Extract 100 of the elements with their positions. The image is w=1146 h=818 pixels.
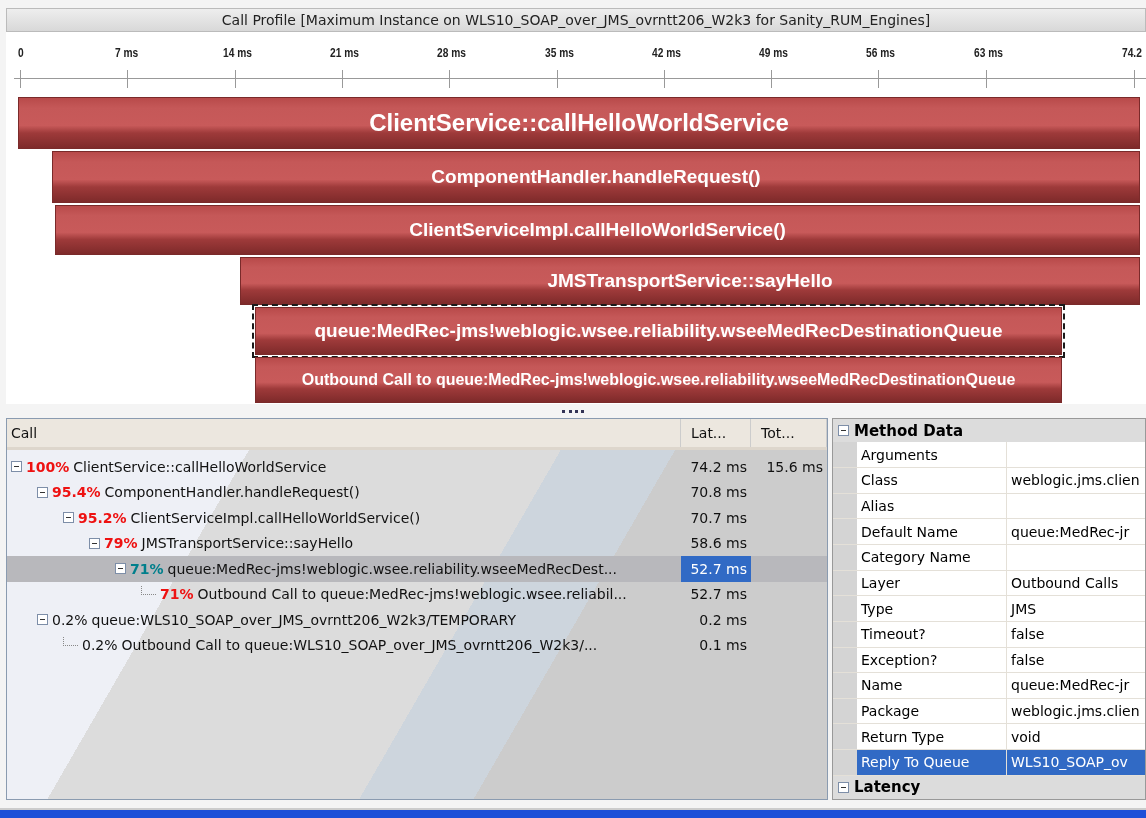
latency-value: 74.2 ms — [690, 458, 747, 475]
property-name[interactable]: Timeout? — [857, 621, 1007, 647]
percent-label: 100% — [26, 458, 70, 475]
latency-value: 70.7 ms — [690, 509, 747, 526]
property-name[interactable]: Layer — [857, 570, 1007, 596]
tick-label: 42 ms — [651, 45, 681, 60]
property-value: JMS — [1011, 600, 1037, 617]
call-name: Outbound Call to queue:MedRec-jms!weblogic.wsee.reliabil... — [197, 586, 627, 603]
row-header — [833, 621, 857, 647]
tree-row[interactable]: 95.2% ClientServiceImpl.callHelloWorldService() 70.7 ms — [7, 505, 827, 531]
window-title: Call Profile [Maximum Instance on WLS10_SOAP_over_JMS_ovrntt206_W2k3 for Sanity_RUM_Engines] — [221, 11, 931, 28]
property-name[interactable]: Arguments — [857, 442, 1007, 467]
row-header — [833, 647, 857, 673]
tick-label: 35 ms — [544, 45, 574, 60]
tree-row[interactable]: 71% Outbound Call to queue:MedRec-jms!weblogic.wsee.reliabil... 52.7 ms — [7, 581, 827, 608]
property-value: false — [1011, 651, 1045, 668]
row-header — [833, 519, 857, 544]
tree-line — [141, 585, 156, 595]
tree-line — [63, 636, 78, 646]
call-bar[interactable]: Outbound Call to queue:MedRec-jms!weblogic.wsee.reliability.wseeMedRecDestinationQueue — [255, 356, 1062, 403]
latency-value: 52.7 ms — [690, 586, 747, 603]
property-name[interactable]: Exception? — [857, 647, 1007, 673]
row-header — [833, 698, 857, 724]
property-name[interactable]: Alias — [857, 493, 1007, 519]
total-value: 15.6 ms — [766, 458, 823, 475]
property-name[interactable]: Name — [857, 673, 1007, 698]
call-name: queue:MedRec-jms!weblogic.wsee.reliability.wseeMedRecDest... — [167, 560, 617, 577]
property-name[interactable]: Class — [857, 467, 1007, 493]
property-value: weblogic.jms.clien — [1011, 703, 1140, 720]
tick-label: 28 ms — [437, 45, 467, 60]
property-value: queue:MedRec-jr — [1011, 677, 1130, 694]
tree-row[interactable]: 95.4% ComponentHandler.handleRequest() 70.8 ms — [7, 479, 827, 506]
column-header[interactable]: Call — [7, 419, 681, 448]
row-header — [833, 467, 857, 493]
property-name[interactable]: Package — [857, 698, 1007, 724]
property-value: queue:MedRec-jr — [1011, 523, 1130, 540]
call-name: ClientService::callHelloWorldService — [73, 458, 327, 475]
percent-label: 0.2% — [52, 611, 88, 628]
latency-value: 0.1 ms — [699, 637, 747, 654]
property-value: weblogic.jms.clien — [1011, 472, 1140, 489]
latency-value: 52.7 ms — [690, 560, 747, 577]
tree-row[interactable]: 71% queue:MedRec-jms!weblogic.wsee.reliability.wseeMedRecDest... 52.7 ms — [7, 556, 827, 582]
call-bar[interactable]: JMSTransportService::sayHello — [240, 256, 1140, 305]
tree-row[interactable]: 100% ClientService::callHelloWorldService 74.2 ms 15.6 ms — [7, 454, 827, 480]
tick-label: 7 ms — [115, 45, 139, 60]
call-bar[interactable]: ComponentHandler.handleRequest() — [52, 150, 1140, 203]
section-title: Latency — [854, 778, 921, 797]
collapse-icon[interactable] — [89, 537, 100, 549]
tick-label: 21 ms — [329, 45, 359, 60]
latency-value: 70.8 ms — [690, 484, 747, 501]
row-header — [833, 544, 857, 570]
call-name: JMSTransportService::sayHello — [141, 535, 354, 552]
percent-label: 0.2% — [82, 637, 118, 654]
collapse-icon[interactable] — [115, 563, 126, 575]
row-header — [833, 673, 857, 698]
property-name[interactable]: Type — [857, 596, 1007, 621]
collapse-icon[interactable] — [838, 425, 849, 437]
call-bar[interactable]: queue:MedRec-jms!weblogic.wsee.reliability.wseeMedRecDestinationQueue — [255, 306, 1062, 355]
splitter-grip-icon[interactable] — [562, 409, 584, 413]
property-value: WLS10_SOAP_ov — [1011, 754, 1128, 771]
tree-row[interactable]: 0.2% Outbound Call to queue:WLS10_SOAP_over_JMS_ovrntt206_W2k3/... 0.1 ms — [7, 632, 827, 659]
latency-value: 58.6 ms — [690, 535, 747, 552]
row-header — [833, 596, 857, 621]
tree-row[interactable]: 79% JMSTransportService::sayHello 58.6 ms — [7, 530, 827, 557]
collapse-icon[interactable] — [838, 781, 849, 793]
tree-row[interactable]: 0.2% queue:WLS10_SOAP_over_JMS_ovrntt206_W2k3/TEMPORARY 0.2 ms — [7, 607, 827, 633]
collapse-icon[interactable] — [63, 512, 74, 524]
property-value: false — [1011, 626, 1045, 643]
property-name[interactable]: Default Name — [857, 519, 1007, 544]
percent-label: 95.4% — [52, 484, 101, 501]
percent-label: 95.2% — [78, 509, 127, 526]
tick-label: 14 ms — [222, 45, 252, 60]
collapse-icon[interactable] — [37, 614, 48, 626]
property-name[interactable]: Reply To Queue — [857, 750, 1007, 775]
percent-label: 79% — [104, 535, 138, 552]
row-header — [833, 570, 857, 596]
tick-label: 74.2 — [1122, 45, 1142, 60]
call-name: Outbound Call to queue:WLS10_SOAP_over_JMS_ovrntt206_W2k3/... — [121, 637, 598, 654]
property-value: void — [1011, 728, 1041, 745]
row-header — [833, 493, 857, 519]
call-name: ComponentHandler.handleRequest() — [104, 484, 360, 501]
tick-label: 56 ms — [866, 45, 896, 60]
call-name: ClientServiceImpl.callHelloWorldService() — [130, 509, 421, 526]
collapse-icon[interactable] — [37, 486, 48, 498]
call-bar[interactable]: ClientService::callHelloWorldService — [18, 96, 1140, 149]
column-header[interactable]: Tot... — [751, 419, 827, 448]
property-name[interactable]: Category Name — [857, 544, 1007, 570]
latency-value: 0.2 ms — [699, 611, 747, 628]
column-header[interactable]: Lat... — [681, 419, 751, 448]
tick-label: 63 ms — [973, 45, 1003, 60]
percent-label: 71% — [130, 560, 164, 577]
section-title: Method Data — [854, 421, 964, 440]
tick-label: 49 ms — [759, 45, 788, 60]
call-bar[interactable]: ClientServiceImpl.callHelloWorldService() — [55, 204, 1140, 255]
row-header — [833, 724, 857, 750]
property-value: Outbound Calls — [1011, 574, 1119, 591]
percent-label: 71% — [160, 586, 194, 603]
collapse-icon[interactable] — [11, 461, 22, 473]
property-name[interactable]: Return Type — [857, 724, 1007, 750]
tick-label: 0 — [18, 45, 24, 60]
